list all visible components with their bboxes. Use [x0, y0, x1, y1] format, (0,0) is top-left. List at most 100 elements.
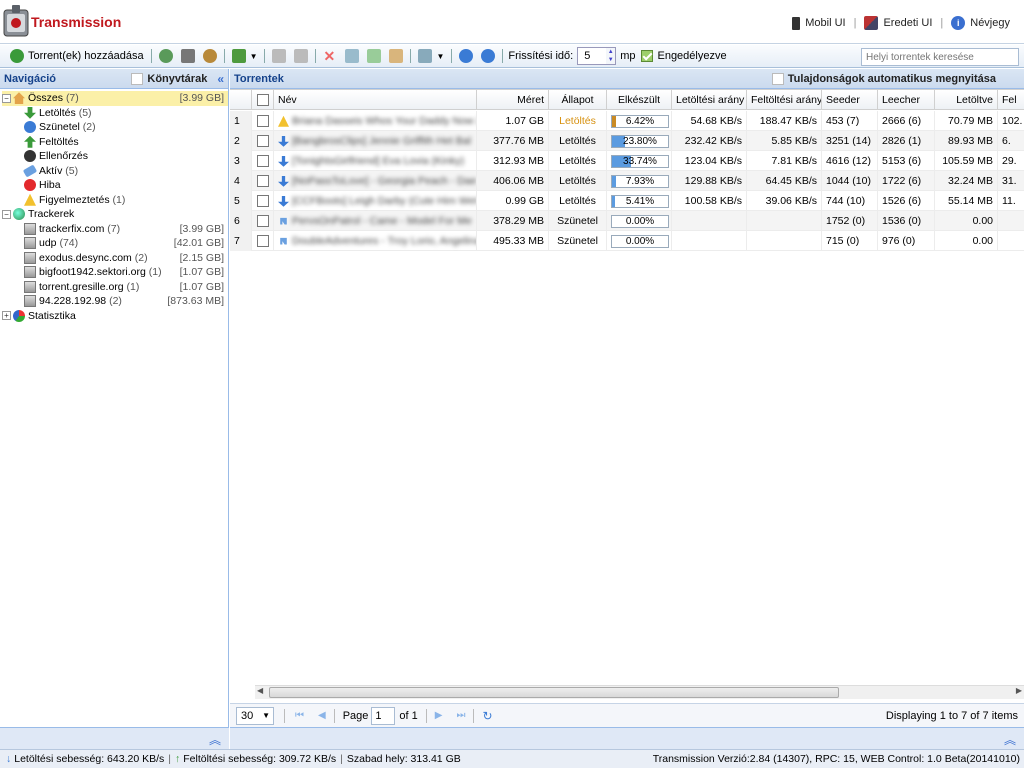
nav-tracker-item[interactable]: udp (74) [42.01 GB] — [2, 236, 228, 251]
expand-up-icon[interactable]: ︽ — [1004, 731, 1016, 748]
table-row[interactable]: 5 [CCFBoots] Leigh Darby (Cute Him Wet 0.9… — [230, 191, 1024, 211]
download-arrow-icon — [278, 175, 289, 187]
expand-icon[interactable]: + — [2, 311, 11, 321]
row-checkbox[interactable] — [256, 135, 269, 148]
horizontal-scrollbar[interactable]: ◀ ▶ — [255, 685, 1024, 699]
nav-tracker-item[interactable]: exodus.desync.com (2) [2.15 GB] — [2, 251, 228, 266]
nav-tracker-count: (74) — [59, 237, 79, 250]
nav-all[interactable]: − Összes (7) [3.99 GB] — [2, 91, 228, 106]
next-page-icon[interactable]: ▶ — [435, 710, 443, 721]
col-ul-rate[interactable]: Feltöltési arány — [747, 90, 822, 110]
speed-limit-button[interactable] — [155, 46, 177, 66]
page-number-input[interactable] — [371, 706, 396, 725]
row-checkbox[interactable] — [256, 215, 269, 228]
libraries-checkbox[interactable] — [131, 72, 144, 85]
nav-tracker-label: trackerfix.com — [39, 222, 105, 235]
scroll-right-icon[interactable]: ▶ — [1016, 686, 1022, 695]
row-number: 7 — [230, 231, 252, 251]
pause-button[interactable] — [290, 46, 312, 66]
page-size-select[interactable]: 30 ▼ — [236, 706, 274, 725]
checking-icon — [24, 150, 36, 163]
refresh-interval-input[interactable] — [577, 47, 608, 65]
queue-menu-button[interactable]: ▼ — [414, 46, 448, 66]
row-checkbox[interactable] — [256, 175, 269, 188]
row-checkbox[interactable] — [256, 155, 269, 168]
mobile-ui-link[interactable]: Mobil UI — [792, 16, 846, 30]
row-checkbox[interactable] — [256, 115, 269, 128]
downloaded-amount: 70.79 MB — [935, 111, 998, 131]
move-button[interactable] — [385, 46, 407, 66]
pause-all-button[interactable] — [477, 46, 499, 66]
col-done[interactable]: Elkészült — [607, 90, 672, 110]
nav-downloading[interactable]: Letöltés (5) — [2, 106, 228, 121]
auto-open-checkbox[interactable] — [771, 72, 784, 85]
start-button[interactable] — [268, 46, 290, 66]
auto-open-toggle[interactable]: Tulajdonságok automatikus megnyitása — [771, 72, 996, 85]
reannounce-button[interactable] — [363, 46, 385, 66]
row-checkbox[interactable] — [256, 235, 269, 248]
table-row[interactable]: 3 [TonightsGirlfriend] Eva Lovia (Kinky) 3… — [230, 151, 1024, 171]
plugins-menu-button[interactable]: ▼ — [228, 46, 262, 66]
about-link[interactable]: i Névjegy — [951, 16, 1010, 30]
start-all-button[interactable] — [455, 46, 477, 66]
table-row[interactable]: 6 PervsOnPatrol - Came - Model For Me 378.… — [230, 211, 1024, 231]
nav-error[interactable]: Hiba — [2, 178, 228, 193]
col-dl-rate[interactable]: Letöltési arány — [672, 90, 747, 110]
downloaded-amount: 89.93 MB — [935, 131, 998, 151]
add-torrent-button[interactable]: Torrent(ek) hozzáadása — [6, 46, 148, 66]
alt-speed-button[interactable] — [177, 46, 199, 66]
nav-paused[interactable]: Szünetel (2) — [2, 120, 228, 135]
select-all-checkbox[interactable] — [256, 94, 269, 107]
pause-icon — [280, 237, 287, 245]
nav-trackers[interactable]: − Trackerek — [2, 207, 228, 222]
torrent-status: Letöltés — [549, 131, 607, 151]
verify-button[interactable] — [341, 46, 363, 66]
server-icon — [24, 251, 36, 264]
table-row[interactable]: 7 DoubleAdventures - Troy Lorio, Angelina… — [230, 231, 1024, 251]
table-row[interactable]: 4 [NoPassToLove] - Georgia Peach - Dae 406… — [230, 171, 1024, 191]
nav-statistics[interactable]: + Statisztika — [2, 309, 228, 324]
nav-tracker-item[interactable]: torrent.gresille.org (1) [1.07 GB] — [2, 280, 228, 295]
col-seeder[interactable]: Seeder — [822, 90, 878, 110]
table-row[interactable]: 1 Briana Dasseis Whos Your Daddy Now 2 1.0… — [230, 111, 1024, 131]
refresh-enabled-label: Engedélyezve — [657, 50, 727, 62]
recheck-icon — [345, 49, 360, 63]
nav-tracker-item[interactable]: trackerfix.com (7) [3.99 GB] — [2, 222, 228, 237]
refresh-spinner[interactable]: ▲ ▼ — [606, 47, 617, 65]
scroll-left-icon[interactable]: ◀ — [257, 686, 263, 695]
refresh-enabled-checkbox[interactable] — [641, 50, 654, 62]
remove-button[interactable]: ✕ — [319, 46, 341, 66]
original-ui-link[interactable]: Eredeti UI — [864, 16, 932, 30]
col-downloaded[interactable]: Letöltve — [935, 90, 998, 110]
expand-up-icon[interactable]: ︽ — [209, 731, 221, 748]
last-page-icon[interactable]: ⏭ — [456, 710, 465, 721]
refresh-icon[interactable]: ↻ — [482, 709, 492, 723]
first-page-icon[interactable]: ⏮ — [295, 710, 304, 721]
col-status[interactable]: Állapot — [549, 90, 607, 110]
prev-page-icon[interactable]: ◀ — [318, 710, 326, 721]
col-size[interactable]: Méret — [477, 90, 549, 110]
collapse-icon[interactable]: − — [2, 93, 11, 103]
table-row[interactable]: 2 [BangbrosClips] Jennie Griffith Het Bal… — [230, 131, 1024, 151]
libraries-toggle[interactable]: Könyvtárak — [131, 72, 207, 85]
col-leecher[interactable]: Leecher — [878, 90, 935, 110]
collapse-left-icon[interactable]: « — [217, 72, 224, 86]
status-bar: ↓ Letöltési sebesség: 643.20 KB/s | ↑ Fe… — [0, 749, 1024, 768]
nav-checking[interactable]: Ellenőrzés — [2, 149, 228, 164]
torrent-name-cell: [NoPassToLove] - Georgia Peach - Dae — [274, 171, 477, 191]
settings-button[interactable] — [199, 46, 221, 66]
row-checkbox[interactable] — [256, 195, 269, 208]
nav-tracker-item[interactable]: bigfoot1942.sektori.org (1) [1.07 GB] — [2, 265, 228, 280]
nav-tracker-size: [42.01 GB] — [173, 237, 224, 250]
scrollbar-thumb[interactable] — [269, 687, 839, 698]
col-uploaded[interactable]: Fel — [998, 90, 1024, 110]
nav-tracker-item[interactable]: 94.228.192.98 (2) [873.63 MB] — [2, 294, 228, 309]
col-name[interactable]: Név — [274, 90, 477, 110]
col-select[interactable] — [252, 90, 274, 110]
nav-warning[interactable]: Figyelmeztetés (1) — [2, 193, 228, 208]
torrent-size: 312.93 MB — [477, 151, 549, 171]
search-input[interactable] — [861, 48, 1019, 66]
collapse-icon[interactable]: − — [2, 209, 11, 219]
nav-active[interactable]: Aktív (5) — [2, 164, 228, 179]
nav-seeding[interactable]: Feltöltés — [2, 135, 228, 150]
